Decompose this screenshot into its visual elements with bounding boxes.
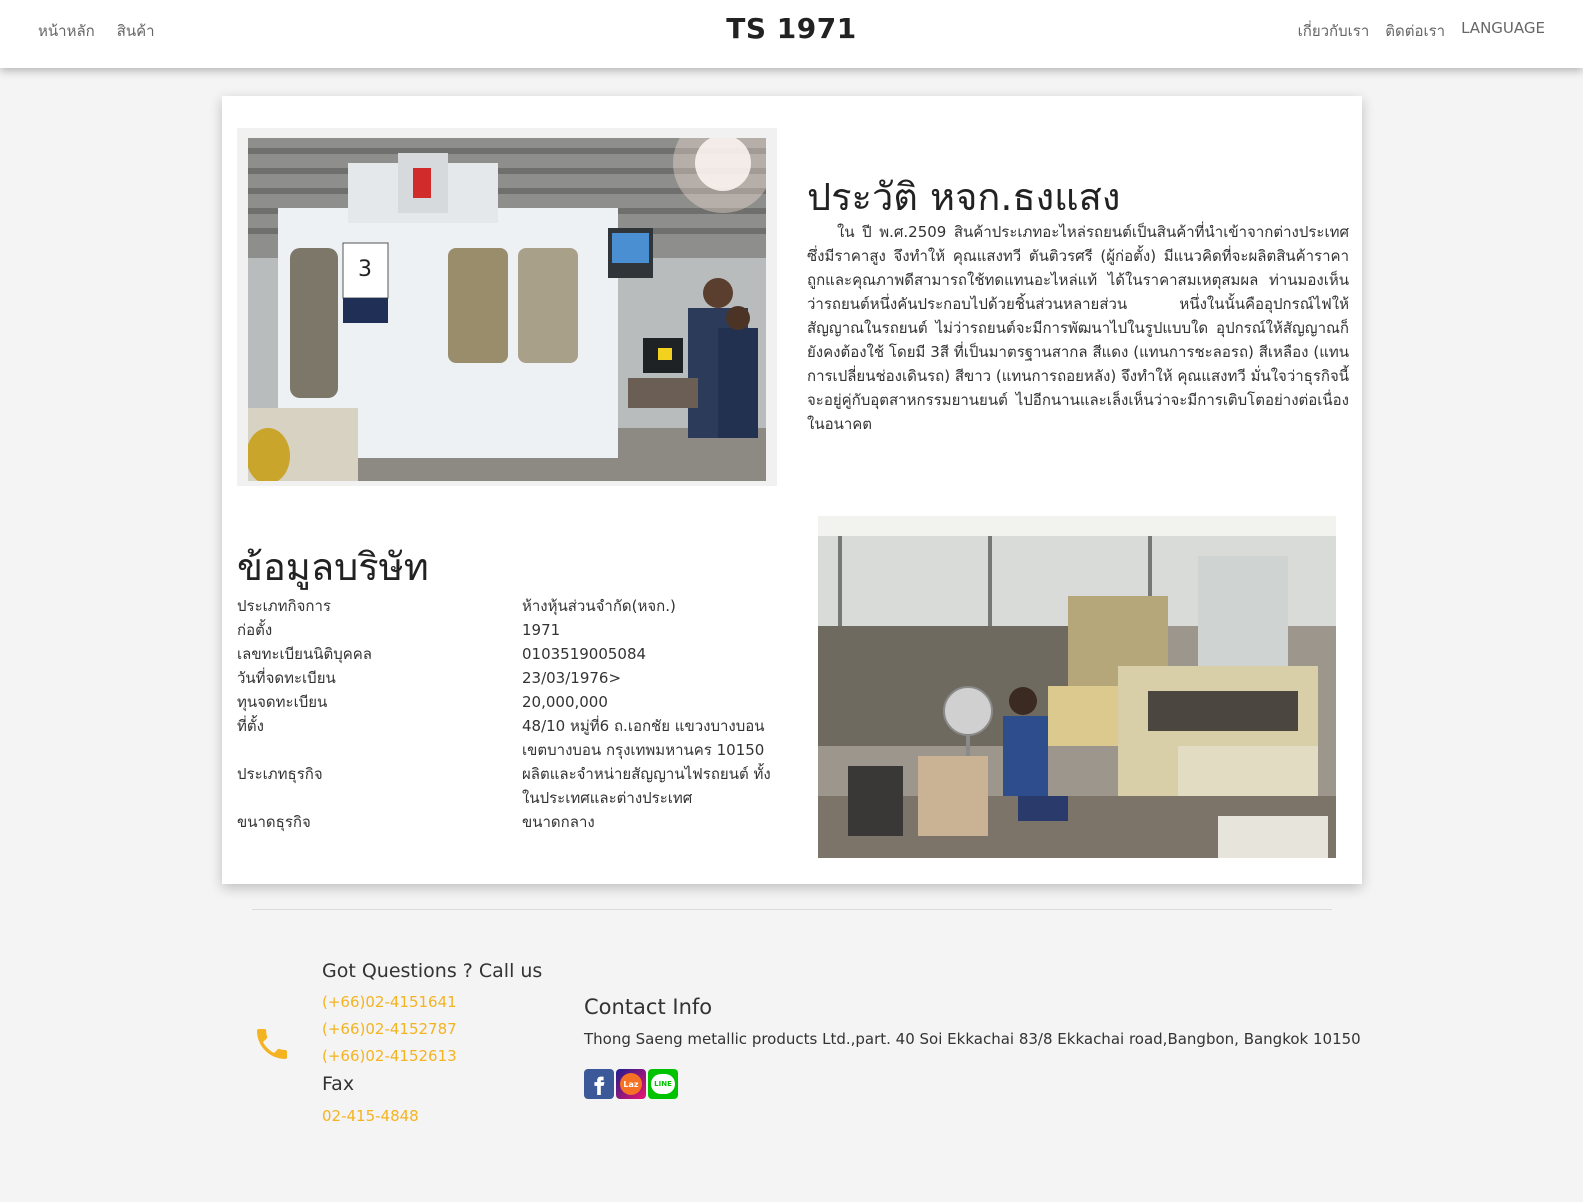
info-row-founded: ก่อตั้ง 1971 xyxy=(237,618,782,642)
info-label: เลขทะเบียนนิติบุคคล xyxy=(237,645,372,663)
info-value: 1971 xyxy=(522,621,561,639)
info-value: ขนาดกลาง xyxy=(522,813,595,831)
info-value: 0103519005084 xyxy=(522,645,647,663)
info-row-registration-number: เลขทะเบียนนิติบุคคล 0103519005084 xyxy=(237,642,782,666)
nav-link-contact[interactable]: ติดต่อเรา xyxy=(1385,19,1445,43)
info-label: วันที่จดทะเบียน xyxy=(237,669,336,687)
phone-icon xyxy=(257,1029,287,1059)
info-row-capital: ทุนจดทะเบียน 20,000,000 xyxy=(237,690,782,714)
history-paragraph: ใน ปี พ.ศ.2509 สินค้าประเภทอะไหล่รถยนต์เ… xyxy=(807,223,1350,433)
info-label: ประเภทกิจการ xyxy=(237,597,331,615)
info-label: ก่อตั้ง xyxy=(237,621,273,639)
info-label: ขนาดธุรกิจ xyxy=(237,813,311,831)
cnc-machine-photo: 3 xyxy=(248,138,766,481)
top-navbar: หน้าหลัก สินค้า TS 1971 เกี่ยวกับเรา ติด… xyxy=(0,0,1583,68)
info-row-business-size: ขนาดธุรกิจ ขนาดกลาง xyxy=(237,810,782,834)
nav-link-home[interactable]: หน้าหลัก xyxy=(38,19,95,43)
contact-address: Thong Saeng metallic products Ltd.,part.… xyxy=(584,1030,1361,1048)
history-title: ประวัติ หจก.ธงแสง xyxy=(807,175,1121,219)
info-row-location: ที่ตั้ง 48/10 หมู่ที่6 ถ.เอกชัย แขวงบางบ… xyxy=(237,714,782,762)
company-info-table: ประเภทกิจการ ห้างหุ้นส่วนจำกัด(หจก.) ก่อ… xyxy=(237,594,782,834)
info-value: 23/03/1976> xyxy=(522,669,622,687)
info-value: 20,000,000 xyxy=(522,693,608,711)
phone-link-3[interactable]: (+66)02-4152613 xyxy=(322,1047,457,1065)
lazada-label: Laz xyxy=(620,1073,642,1095)
nav-link-language[interactable]: LANGUAGE xyxy=(1461,19,1545,43)
lazada-icon[interactable]: Laz xyxy=(616,1069,646,1099)
info-row-business-category: ประเภทธุรกิจ ผลิตและจำหน่ายสัญญานไฟรถยนต… xyxy=(237,762,782,810)
fax-title: Fax xyxy=(322,1073,355,1095)
info-value: 48/10 หมู่ที่6 ถ.เอกชัย แขวงบางบอน เขตบา… xyxy=(522,717,765,759)
line-icon[interactable]: LINE xyxy=(648,1069,678,1099)
brand-link[interactable]: TS 1971 xyxy=(726,12,856,45)
factory-floor-photo xyxy=(818,516,1336,858)
social-links: Laz LINE xyxy=(584,1069,678,1099)
svg-text:3: 3 xyxy=(358,257,372,282)
company-info-title: ข้อมูลบริษัท xyxy=(237,545,429,589)
info-row-business-type: ประเภทกิจการ ห้างหุ้นส่วนจำกัด(หจก.) xyxy=(237,594,782,618)
fax-number: 02-415-4848 xyxy=(322,1107,419,1125)
info-value: ห้างหุ้นส่วนจำกัด(หจก.) xyxy=(522,597,676,615)
info-label: ที่ตั้ง xyxy=(237,717,264,735)
info-row-registration-date: วันที่จดทะเบียน 23/03/1976> xyxy=(237,666,782,690)
line-label: LINE xyxy=(651,1074,675,1094)
phone-link-1[interactable]: (+66)02-4151641 xyxy=(322,993,457,1011)
info-label: ทุนจดทะเบียน xyxy=(237,693,328,711)
nav-left-group: หน้าหลัก สินค้า xyxy=(38,19,155,43)
info-label: ประเภทธุรกิจ xyxy=(237,765,323,783)
nav-link-products[interactable]: สินค้า xyxy=(117,19,155,43)
nav-link-about[interactable]: เกี่ยวกับเรา xyxy=(1298,19,1370,43)
contact-info-title: Contact Info xyxy=(584,995,713,1019)
info-value: ผลิตและจำหน่ายสัญญานไฟรถยนต์ ทั้งในประเท… xyxy=(522,765,771,807)
nav-right-group: เกี่ยวกับเรา ติดต่อเรา LANGUAGE xyxy=(1298,19,1545,43)
phone-link-2[interactable]: (+66)02-4152787 xyxy=(322,1020,457,1038)
machine-photo-frame: 3 xyxy=(237,128,777,486)
questions-title: Got Questions ? Call us xyxy=(322,960,543,982)
about-card: 3 ประวัติ หจก.ธงแสง ใน ปี พ.ศ.2509 สินค้… xyxy=(222,96,1362,884)
footer-divider xyxy=(252,909,1332,910)
facebook-icon[interactable] xyxy=(584,1069,614,1099)
